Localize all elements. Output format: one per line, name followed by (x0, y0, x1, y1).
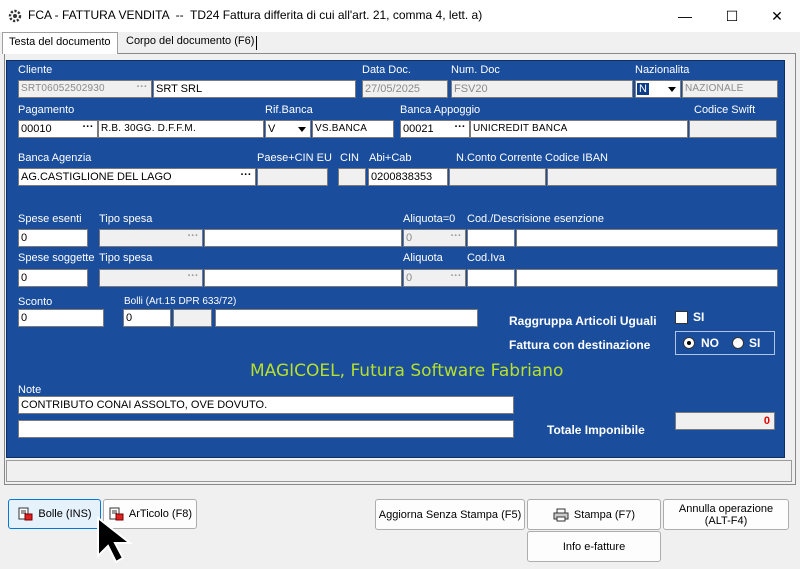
rif-banca-label: Rif.Banca (265, 104, 313, 116)
radio-si-label: SI (749, 336, 761, 350)
nazionalita-chevron-down-icon[interactable] (668, 87, 676, 92)
paese-cin-eu-label: Paese+CIN EU (257, 152, 332, 164)
tipo-spesa-soggette-label: Tipo spesa (99, 252, 153, 264)
cod-esenzione-field[interactable] (467, 229, 515, 247)
close-button[interactable]: ✕ (754, 0, 800, 32)
annulla-button-label-line2: (ALT-F4) (704, 514, 748, 527)
aggiorna-senza-stampa-button[interactable]: Aggiorna Senza Stampa (F5) (375, 499, 525, 530)
tipo-spesa-esenti-label: Tipo spesa (99, 213, 153, 225)
stampa-button[interactable]: Stampa (F7) (527, 499, 661, 530)
annulla-button-label-line1: Annulla operazione (678, 502, 774, 515)
nconto-field[interactable] (449, 168, 546, 186)
nconto-label: N.Conto Corrente (456, 152, 543, 164)
aliquota-label: Aliquota (403, 252, 443, 264)
cin-field[interactable] (338, 168, 366, 186)
info-efatture-button[interactable]: Info e-fatture (527, 531, 661, 562)
iban-label: Codice IBAN (545, 152, 608, 164)
sconto-label: Sconto (18, 296, 53, 308)
status-bar (6, 460, 792, 482)
bolle-button[interactable]: Bolle (INS) (8, 499, 101, 529)
banca-appoggio-label: Banca Appoggio (400, 104, 481, 116)
spese-esenti-field[interactable]: 0 (18, 229, 88, 247)
document-header-form: Cliente SRT06052502930 ··· SRT SRL Data … (6, 60, 785, 458)
note-line-1-field[interactable]: CONTRIBUTO CONAI ASSOLTO, OVE DOVUTO. (18, 396, 514, 414)
radio-no-label: NO (701, 336, 719, 350)
minimize-button[interactable]: — (662, 0, 708, 32)
mouse-cursor-icon (97, 516, 133, 564)
tipo-spesa-soggette-lookup-button[interactable]: ··· (183, 270, 203, 288)
bolli-field[interactable]: 0 (123, 309, 171, 327)
num-doc-field[interactable]: FSV20 (451, 80, 633, 98)
cod-iva-label: Cod.Iva (467, 252, 505, 264)
bolle-button-label: Bolle (INS) (38, 508, 92, 520)
banca-appoggio-desc-field[interactable]: UNICREDIT BANCA (470, 120, 688, 138)
annulla-operazione-button[interactable]: Annulla operazione (ALT-F4) (663, 499, 789, 530)
cliente-name-field[interactable]: SRT SRL (153, 80, 356, 98)
abi-cab-label: Abi+Cab (369, 152, 412, 164)
tipo-spesa-esenti-desc-field[interactable] (204, 229, 402, 247)
note-label: Note (18, 384, 42, 396)
codice-swift-field[interactable] (689, 120, 777, 138)
tipo-spesa-esenti-lookup-button[interactable]: ··· (183, 230, 203, 248)
note-line-2-field[interactable] (18, 420, 514, 438)
stampa-button-label: Stampa (F7) (573, 508, 636, 521)
tab-separator (256, 36, 257, 50)
aliquota-0-label: Aliquota=0 (403, 213, 456, 225)
title-bar: FCA - FATTURA VENDITA -- TD24 Fattura di… (0, 0, 800, 32)
paese-cin-eu-field[interactable] (257, 168, 328, 186)
window-title: FCA - FATTURA VENDITA -- TD24 Fattura di… (28, 8, 483, 22)
bolli-extra-field[interactable] (173, 309, 212, 327)
spese-soggette-label: Spese soggette (18, 252, 95, 264)
rif-banca-chevron-down-icon[interactable] (298, 127, 306, 132)
num-doc-label: Num. Doc (451, 64, 500, 76)
aliquota-lookup-button[interactable]: ··· (446, 270, 466, 288)
desc-iva-field[interactable] (516, 269, 778, 287)
raggruppa-si-label: SI (693, 310, 705, 324)
raggruppa-label: Raggruppa Articoli Uguali (509, 314, 657, 328)
sconto-field[interactable]: 0 (18, 309, 104, 327)
cin-label: CIN (340, 152, 359, 164)
spese-esenti-label: Spese esenti (18, 213, 82, 225)
aliquota-0-lookup-button[interactable]: ··· (446, 230, 466, 248)
rif-banca-desc-field[interactable]: VS.BANCA (312, 120, 394, 138)
totale-imponibile-value: 0 (675, 412, 775, 430)
tab-corpo-documento[interactable]: Corpo del documento (F6) (120, 32, 258, 53)
nazionalita-label: Nazionalita (635, 64, 690, 76)
radio-si[interactable] (732, 337, 744, 349)
data-doc-field[interactable]: 27/05/2025 (362, 80, 448, 98)
totale-imponibile-label: Totale Imponibile (547, 423, 645, 437)
document-print-icon (18, 507, 33, 521)
brand-text: MAGICOEL, Futura Software Fabriano (250, 361, 564, 381)
fattura-destinazione-label: Fattura con destinazione (509, 338, 651, 352)
banca-agenzia-lookup-button[interactable]: ··· (236, 169, 256, 187)
banca-agenzia-label: Banca Agenzia (18, 152, 92, 164)
desc-esenzione-field[interactable] (516, 229, 778, 247)
bolli-desc-field[interactable] (215, 309, 478, 327)
tipo-spesa-soggette-desc-field[interactable] (204, 269, 402, 287)
nazionalita-selected-value: N (637, 83, 649, 95)
cliente-label: Cliente (18, 64, 53, 76)
printer-icon (553, 508, 569, 521)
fattura-destinazione-radio-group: NO SI (675, 331, 775, 355)
cod-desc-esenzione-label: Cod./Descrisione esenzione (467, 213, 604, 225)
radio-no[interactable] (683, 337, 695, 349)
data-doc-label: Data Doc. (362, 64, 411, 76)
raggruppa-checkbox[interactable] (675, 311, 688, 324)
pagamento-lookup-button[interactable]: ··· (78, 121, 98, 139)
cliente-lookup-button[interactable]: ··· (132, 81, 152, 99)
pagamento-desc-field[interactable]: R.B. 30GG. D.F.F.M. (98, 120, 264, 138)
banca-appoggio-lookup-button[interactable]: ··· (450, 121, 470, 139)
iban-field[interactable] (547, 168, 777, 186)
nazionalita-desc-field[interactable]: NAZIONALE (682, 80, 778, 98)
app-gear-icon (8, 9, 22, 23)
maximize-button[interactable]: ☐ (709, 0, 755, 32)
cod-iva-field[interactable] (467, 269, 515, 287)
pagamento-label: Pagamento (18, 104, 75, 116)
tab-testa-documento[interactable]: Testa del documento (2, 32, 118, 54)
bolli-label: Bolli (Art.15 DPR 633/72) (124, 296, 237, 307)
spese-soggette-field[interactable]: 0 (18, 269, 88, 287)
banca-agenzia-field[interactable]: AG.CASTIGLIONE DEL LAGO (18, 168, 256, 186)
codice-swift-label: Codice Swift (694, 104, 756, 116)
abi-cab-field[interactable]: 0200838353 (368, 168, 448, 186)
